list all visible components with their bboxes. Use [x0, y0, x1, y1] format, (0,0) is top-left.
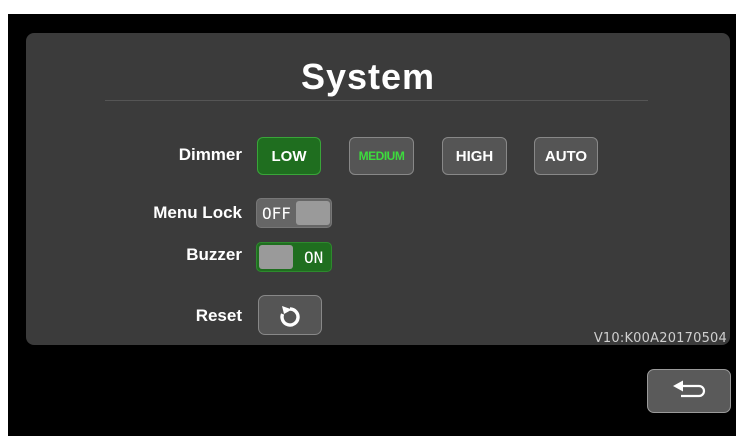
title-divider — [105, 100, 648, 101]
menu-lock-state: OFF — [262, 204, 291, 223]
reset-label: Reset — [195, 306, 242, 325]
dimmer-medium-button[interactable]: MEDIUM — [349, 137, 414, 175]
buzzer-label: Buzzer — [186, 245, 242, 264]
back-button[interactable] — [647, 369, 731, 413]
dimmer-low-button[interactable]: LOW — [257, 137, 321, 175]
menu-lock-toggle[interactable]: OFF — [256, 198, 332, 228]
buzzer-toggle[interactable]: ON — [256, 242, 332, 272]
back-arrow-icon — [673, 380, 706, 398]
menu-lock-knob — [296, 201, 330, 225]
buzzer-state: ON — [304, 248, 324, 267]
reset-button[interactable] — [258, 295, 322, 335]
buzzer-knob — [259, 245, 293, 269]
version-text: V10:K00A20170504 — [593, 331, 727, 346]
page-title: System — [300, 56, 436, 97]
dimmer-auto-button[interactable]: AUTO — [534, 137, 598, 175]
menu-lock-label: Menu Lock — [153, 203, 242, 222]
dimmer-label: Dimmer — [178, 145, 242, 164]
dimmer-high-button[interactable]: HIGH — [442, 137, 507, 175]
reset-icon — [280, 306, 300, 327]
